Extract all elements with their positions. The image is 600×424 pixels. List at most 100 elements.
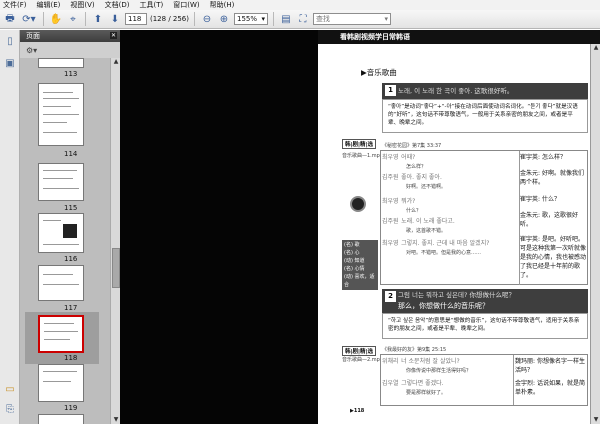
page-thumbnail[interactable] [38,265,84,301]
attach-icon[interactable]: ⟳▾ [20,12,38,26]
menu-document[interactable]: 文档(D) [105,0,130,10]
vocab-item: (名) 心 [344,250,360,256]
chinese-line: 是吧。好听吧。可是这种我第一次听就像是我的心情，我也被感动了我已经是十年前的歌了… [520,236,586,278]
chinese-gloss: 什么？ [406,208,422,214]
korean-line: 좋아. 좋지 좋아. [401,174,442,181]
pages-panel-options[interactable]: ⚙▾ [20,42,120,58]
pages-panel-icon[interactable]: ▯ [4,36,16,48]
audio-track: 音乐歌曲—2.mp3 [342,357,383,363]
toolbar-divider [273,12,274,26]
page-thumbnail[interactable] [38,83,84,146]
thumbnail-label: 113 [64,70,78,78]
drama-source: 《我最好的友》第9集 25:15 [382,347,447,353]
zoom-out-icon[interactable]: ⊖ [200,12,214,26]
speaker-name: 김우열 [382,380,399,387]
search-input[interactable]: 查找 ▾ [313,13,391,25]
pages-panel-header: 页面 ✕ [20,30,120,42]
zoom-select[interactable]: 155% ▾ [234,13,268,25]
page-number: ▶118 [350,408,365,414]
vocab-item: (动) 喜欢，适合 [344,274,375,288]
example-title: 그럼 너는 뭐하고 싶은데? 你想做什么呢？ [398,291,516,299]
example-number: 2 [385,291,396,302]
chinese-dialogue: 魏玛丽: 你想像名字一样生活吗？ 金宇烈: 话说如果，就是简单朴素。 [515,356,587,402]
column-divider [513,355,514,405]
speaker-name: 최우영 [382,240,399,247]
document-background [120,30,318,424]
thumbnail-label: 115 [64,204,78,212]
page-thumbnail[interactable] [38,414,84,424]
korean-line: 뭐가? [401,198,416,205]
menu-view[interactable]: 视图(V) [70,0,94,10]
scroll-down-icon[interactable]: ▼ [592,416,600,424]
korean-line: 어때? [401,154,416,161]
thumbnail-label: 116 [64,255,78,263]
speaker-name: 최우영 [382,154,399,161]
attachment-icon[interactable]: ⎘ [4,404,16,416]
hand-tool-icon[interactable]: ✋ [49,12,63,26]
scroll-thumb[interactable] [112,248,120,288]
korean-line: 너 소문처럼 잘 살았니? [401,358,460,365]
explanation-box: “하고 싶은 음악”的意思是“想做的音乐”，这句话不带尊敬语气，适用于关系亲密的… [382,313,588,339]
chevron-down-icon: ▾ [261,15,265,23]
page-thumbnail-current[interactable] [38,315,84,353]
menu-window[interactable]: 窗口(W) [173,0,199,10]
korean-line: 그렇지. 좋지. 근데 내 마음 알겠지? [401,240,490,247]
thumbnail-label: 117 [64,304,78,312]
explanation-text: “좋아”是动词“좋다”+“-아”接在动词后面使动词名词化。“듣기 좋다”就是汉语… [388,104,578,126]
menu-bar: 文件(F) 编辑(E) 视图(V) 文档(D) 工具(T) 窗口(W) 帮助(H… [0,0,600,10]
speaker-name: 魏玛丽: [515,358,536,365]
menu-help[interactable]: 帮助(H) [210,0,235,10]
scroll-up-icon[interactable]: ▲ [592,44,600,52]
next-page-icon[interactable]: ⬇ [108,12,122,26]
korean-dialogue: 위채리 너 소문처럼 잘 살았니? 你像传说中那样生活得好吗？ 김우열 그렇다면 … [382,356,510,400]
chinese-gloss: 好啊。还不错啊。 [406,184,447,190]
section-title: ▶音乐歌曲 [361,68,397,77]
document-scrollbar[interactable]: ▲ ▼ [590,44,600,424]
fit-width-icon[interactable]: ⛶ [296,12,310,26]
chinese-gloss: 要是那样就好了。 [406,390,447,396]
close-icon[interactable]: ✕ [110,32,117,39]
page-count: (128 / 256) [150,15,189,23]
page-number-input[interactable]: 118 [125,13,147,25]
example-subtitle: 那么，你想做什么的音乐呢？ [398,302,489,310]
scroll-up-icon[interactable]: ▲ [112,58,120,66]
bookmarks-icon[interactable]: ▣ [4,58,16,70]
navigation-bar: ▯ ▣ ▭ ⎘ [0,30,20,424]
menu-tools[interactable]: 工具(T) [140,0,164,10]
pages-panel: 页面 ✕ ⚙▾ 113 114 115 116 117 118 119 ▲ ▼ [20,30,120,424]
page-thumbnail[interactable] [38,58,84,68]
vocabulary-list: (名) 歌 (名) 心 (动) 知道 (名) 心情 (动) 喜欢，适合 [342,240,378,290]
print-icon[interactable]: 🖶 [3,12,17,26]
speaker-name: 崔宇英: [520,154,541,161]
speaker-name: 최우영 [382,198,399,205]
speaker-name: 김주원 [382,218,399,225]
speaker-name: 김주원 [382,174,399,181]
speaker-name: 崔宇英: [520,196,541,203]
page-thumbnail[interactable] [38,163,84,201]
example-title-bar: 노래, 이 노래 한 곡이 좋아. 这歌很好听。 [382,83,588,99]
previous-page-icon[interactable]: ⬆ [91,12,105,26]
example-number: 1 [385,85,396,96]
fit-page-icon[interactable]: ▤ [279,12,293,26]
audio-track: 音乐歌曲—1.mp3 [342,153,383,159]
select-tool-icon[interactable]: ⌖ [66,12,80,26]
toolbar: 🖶 ⟳▾ ✋ ⌖ ⬆ ⬇ 118 (128 / 256) ⊖ ⊕ 155% ▾ … [0,10,600,29]
menu-file[interactable]: 文件(F) [3,0,27,10]
chinese-gloss: 歌，这首歌不错。 [406,228,447,234]
chinese-gloss: 你像传说中那样生活得好吗？ [406,368,472,374]
drama-badge: 韩|剧|精|选 [342,139,377,149]
vocab-item: (名) 心情 [344,266,365,272]
comments-icon[interactable]: ▭ [4,384,16,396]
options-icon[interactable]: ⚙▾ [26,46,37,55]
pages-panel-title: 页面 [26,32,40,40]
speaker-name: 위채리 [382,358,399,365]
chinese-line: 怎么样？ [541,154,566,161]
toolbar-divider [194,12,195,26]
chinese-dialogue: 崔宇英: 怎么样？ 金朱元: 好啊。就像我们两个样。 崔宇英: 什么？ 金朱元:… [520,152,586,278]
menu-edit[interactable]: 编辑(E) [37,0,61,10]
scroll-down-icon[interactable]: ▼ [112,416,120,424]
thumbnail-scrollbar[interactable]: ▲ ▼ [110,58,120,424]
page-thumbnail[interactable] [38,213,84,253]
zoom-in-icon[interactable]: ⊕ [217,12,231,26]
page-thumbnail[interactable] [38,364,84,402]
